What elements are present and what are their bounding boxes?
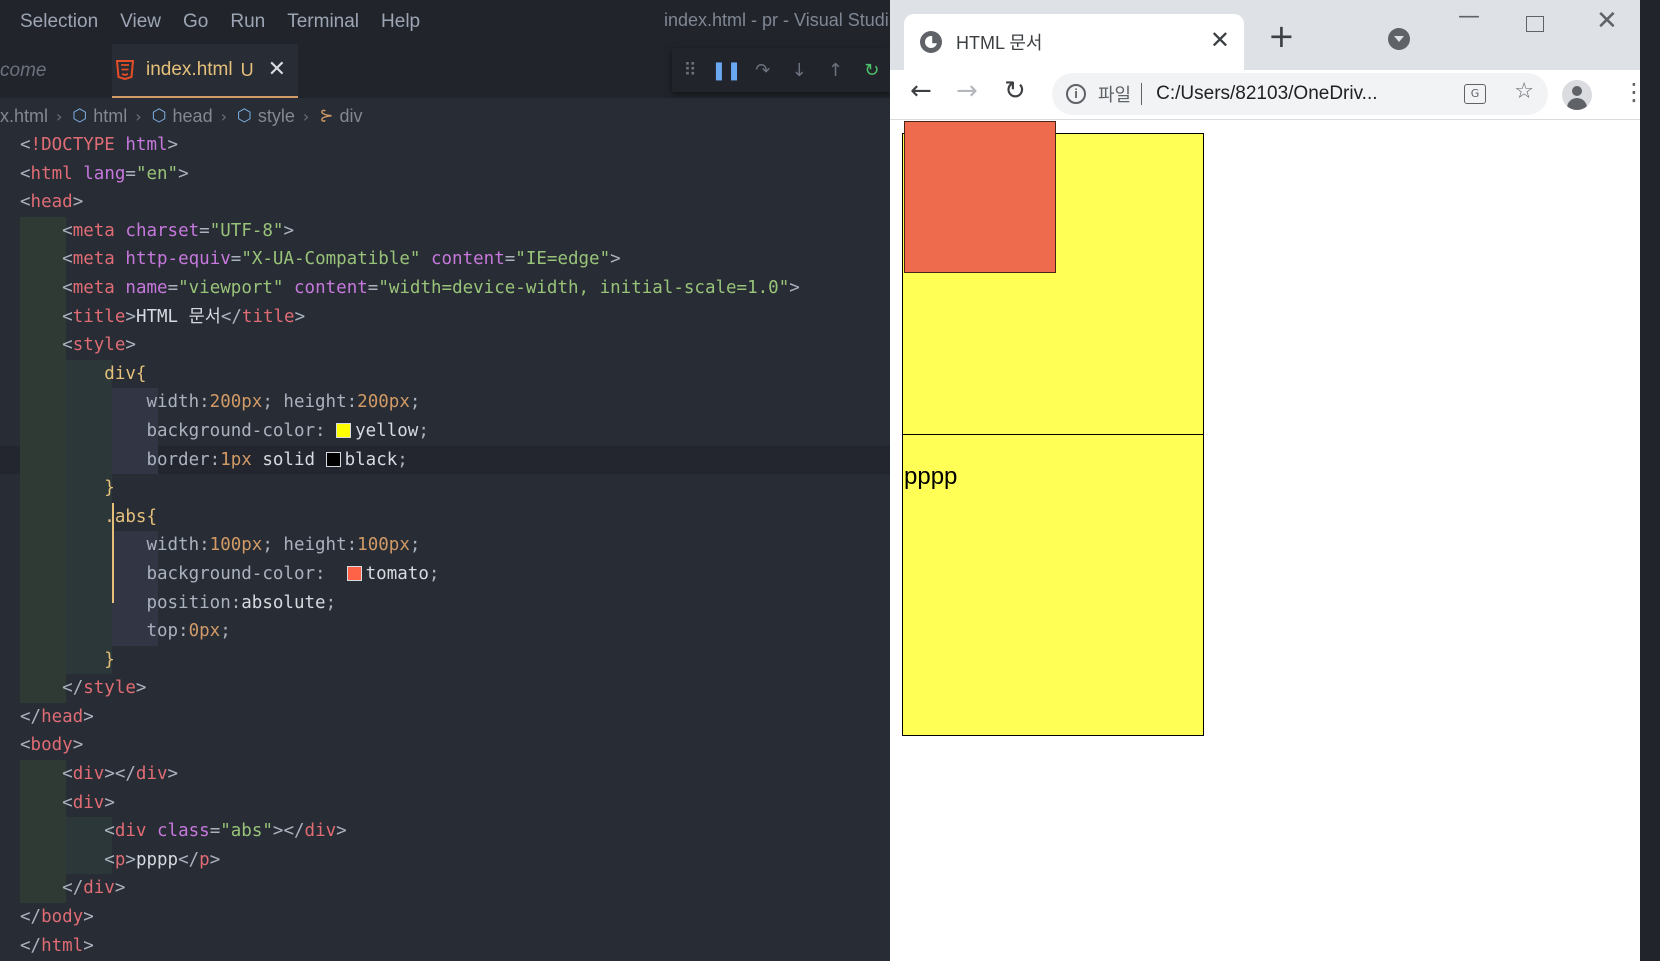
browser-tab[interactable]: HTML 문서 ✕ [904,14,1244,70]
menu-selection[interactable]: Selection [20,11,98,33]
drag-handle-icon[interactable]: ⠿ [672,60,708,81]
browser-tab-title: HTML 문서 [956,33,1043,53]
pause-icon[interactable]: ❚❚ [708,60,744,81]
code-line: <!DOCTYPE html> [20,135,179,155]
code-line: </style> [0,674,890,703]
forward-arrow-icon[interactable]: → [956,78,978,104]
tab-git-status: U [240,59,254,80]
code-line: <body> [20,735,84,756]
bracket-guide [112,503,114,603]
breadcrumb-head[interactable]: head [173,106,213,127]
breadcrumb-html[interactable]: html [93,106,127,127]
code-line: </body> [20,907,94,928]
window-edge [1640,0,1660,961]
omnibox-divider [1141,83,1143,105]
step-over-icon[interactable]: ↷ [745,60,781,81]
color-swatch-tomato[interactable] [346,565,362,581]
symbol-element-icon: ⬡ [72,106,88,126]
code-line: position:absolute; [0,588,890,618]
debug-toolbar: ⠿ ❚❚ ↷ ↓ ↑ ↻ [672,48,890,92]
tab-inactive[interactable]: come [0,44,110,98]
close-icon[interactable]: ✕ [268,59,286,81]
chrome-tab-strip: HTML 문서 ✕ + — ✕ [890,0,1660,70]
step-out-icon[interactable]: ↑ [817,60,853,81]
code-line-current: border:1px solid black; [0,445,890,475]
browser-toolbar: ← → ↻ i 파일 C:/Users/82103/OneDriv... G ☆… [890,70,1660,120]
html5-icon [116,60,134,80]
code-line: <meta name="viewport" content="width=dev… [0,273,890,303]
tomato-abs-box [904,121,1056,273]
chrome-window: HTML 문서 ✕ + — ✕ ← → ↻ i 파일 C:/Users/8210… [890,0,1660,961]
code-line: <head> [20,192,84,213]
bookmark-star-icon[interactable]: ☆ [1514,81,1534,103]
breadcrumb-div[interactable]: div [340,106,363,127]
menu-go[interactable]: Go [183,11,208,33]
code-line: } [0,645,890,675]
profile-avatar-icon[interactable] [1562,80,1592,110]
code-line: width:200px; height:200px; [0,388,890,417]
minimize-icon[interactable]: — [1458,6,1480,28]
code-line: <html lang="en"> [20,163,189,184]
code-line: <p>pppp</p> [0,845,890,875]
code-line: <div></div> [0,760,890,789]
tab-inactive-label: come [0,60,47,81]
code-line: </html> [20,935,94,956]
code-line: <title>HTML 문서</title> [0,302,890,332]
info-icon[interactable]: i [1066,84,1086,104]
chevron-right-icon: › [135,106,142,126]
code-line: div{ [0,359,890,389]
color-swatch-yellow[interactable] [336,422,352,438]
code-line: <div class="abs"></div> [0,817,890,846]
vscode-window: Selection View Go Run Terminal Help inde… [0,0,890,961]
window-title: index.html - pr - Visual Studi [664,10,889,30]
tab-label: index.html [146,59,233,80]
address-bar[interactable]: i 파일 C:/Users/82103/OneDriv... G ☆ [1052,73,1548,115]
restart-icon[interactable]: ↻ [854,60,890,81]
url-text[interactable]: C:/Users/82103/OneDriv... [1156,83,1377,105]
menu-run[interactable]: Run [230,11,265,33]
code-line: background-color: yellow; [0,416,890,446]
chevron-right-icon: › [56,106,63,126]
symbol-element-icon: ⬡ [236,106,252,126]
step-into-icon[interactable]: ↓ [781,60,817,81]
chevron-right-icon: › [220,106,227,126]
code-line: .abs{ [0,502,890,532]
new-tab-icon[interactable]: + [1268,20,1295,52]
scheme-label: 파일 [1098,85,1132,106]
window-close-icon[interactable]: ✕ [1596,8,1618,34]
reload-icon[interactable]: ↻ [1004,78,1026,104]
color-swatch-black[interactable] [325,451,341,467]
page-viewport: pppp [890,121,1660,961]
maximize-icon[interactable] [1526,16,1544,32]
code-line: width:100px; height:100px; [0,531,890,560]
translate-icon[interactable]: G [1464,84,1486,104]
code-line: <style> [0,331,890,360]
breadcrumb-style[interactable]: style [258,106,295,127]
code-line: } [0,474,890,503]
code-line: <meta http-equiv="X-UA-Compatible" conte… [0,245,890,274]
globe-icon [920,31,942,53]
code-line: <meta charset="UTF-8"> [0,216,890,246]
code-line: </div> [0,874,890,904]
code-editor[interactable]: <!DOCTYPE html> <html lang="en"> <head> … [0,131,890,960]
code-line: </head> [20,706,94,727]
chevron-right-icon: › [302,106,310,126]
close-icon[interactable]: ✕ [1210,28,1230,52]
menu-view[interactable]: View [120,11,161,33]
paragraph-text: pppp [904,463,958,490]
code-line: background-color: tomato; [0,559,890,589]
code-line: <div> [0,788,890,818]
code-line: top:0px; [0,617,890,646]
breadcrumb-file[interactable]: lex.html [0,106,48,127]
symbol-class-icon: ⊱ [319,106,334,126]
tab-search-icon[interactable] [1388,28,1410,50]
menu-terminal[interactable]: Terminal [287,11,359,33]
tab-index-html[interactable]: index.html U ✕ [112,44,298,98]
back-arrow-icon[interactable]: ← [910,78,932,104]
symbol-element-icon: ⬡ [151,106,167,126]
menu-help[interactable]: Help [381,11,420,33]
breadcrumb: lex.html › ⬡ html › ⬡ head › ⬡ style › ⊱… [0,100,890,132]
